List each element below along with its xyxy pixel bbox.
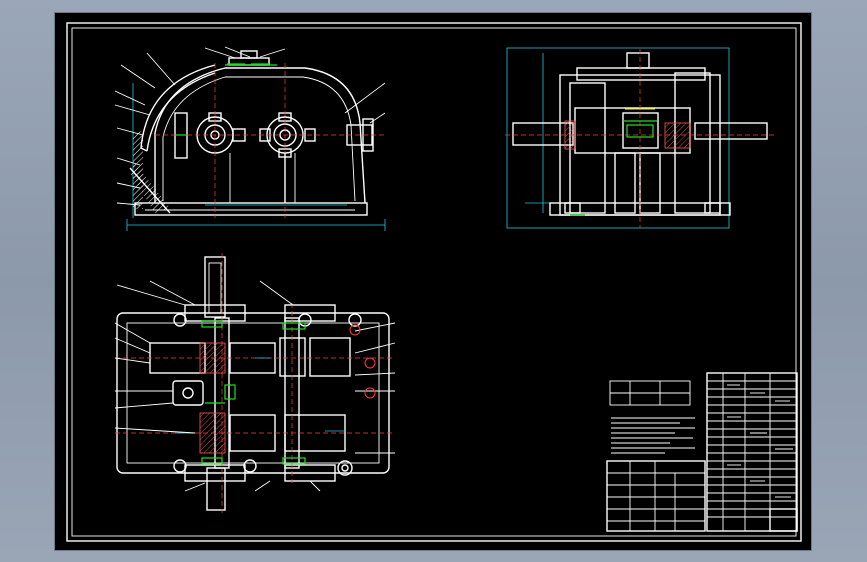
front-view <box>114 46 386 231</box>
drawing-sheet <box>55 13 811 550</box>
side-view <box>505 47 775 229</box>
top-view <box>114 253 396 513</box>
drawing-canvas <box>66 22 802 542</box>
cad-viewport[interactable] <box>0 0 867 562</box>
technical-requirements-block <box>609 380 695 454</box>
title-block <box>606 460 798 532</box>
parts-list-table <box>706 372 798 532</box>
